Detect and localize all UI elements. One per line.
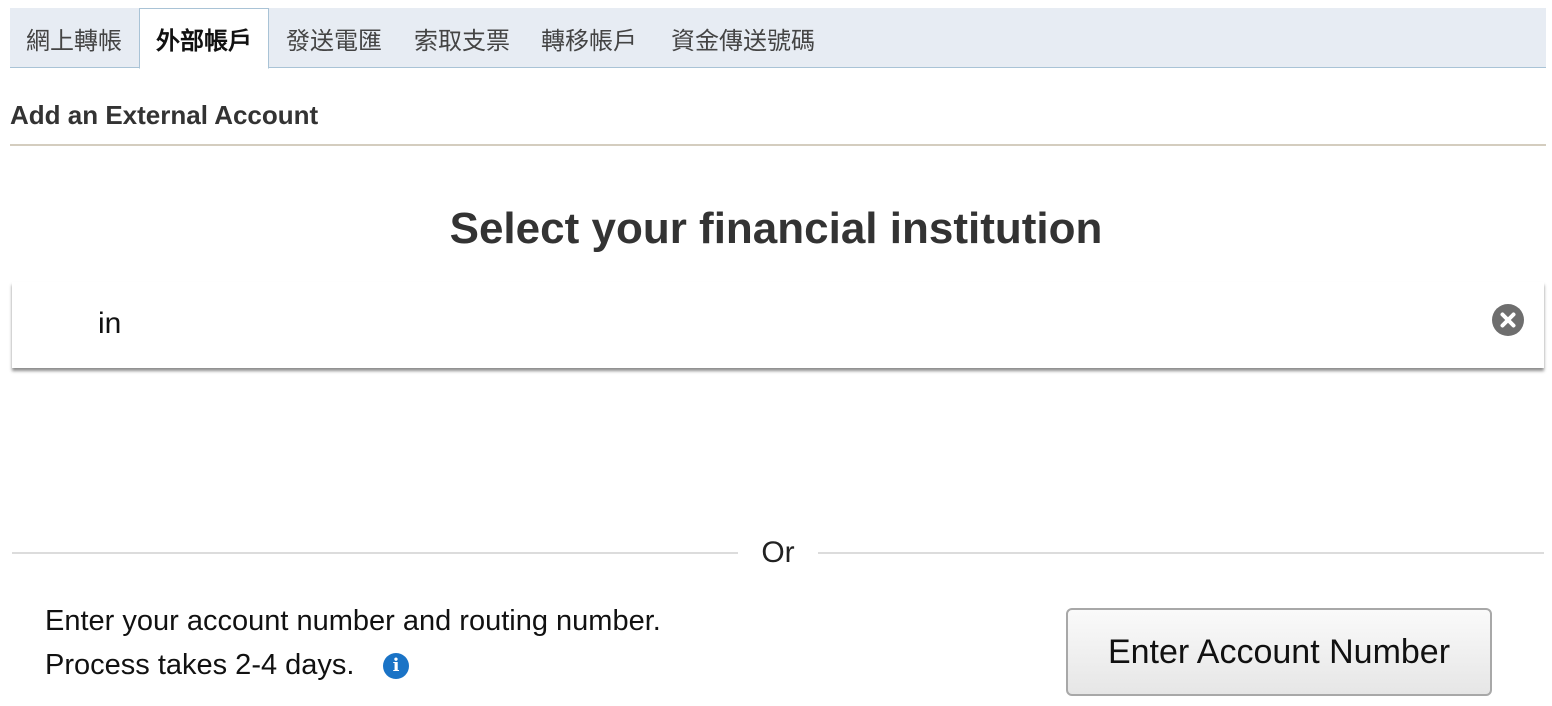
tab-external-accounts[interactable]: 外部帳戶	[139, 8, 269, 69]
tab-bar: 網上轉帳 外部帳戶 發送電匯 索取支票 轉移帳戶 資金傳送號碼	[10, 8, 1546, 69]
info-glyph: i	[392, 655, 400, 676]
institution-search-input[interactable]	[98, 302, 1478, 346]
section-divider	[10, 144, 1546, 146]
tab-send-wire[interactable]: 發送電匯	[274, 8, 394, 68]
tab-label: 發送電匯	[286, 26, 382, 55]
section-title: Add an External Account	[10, 100, 319, 130]
institution-search-box	[12, 282, 1544, 368]
clear-x-glyph	[1500, 312, 1516, 328]
tab-label: 索取支票	[414, 26, 510, 55]
manual-entry-description: Enter your account number and routing nu…	[45, 605, 661, 637]
tab-label: 轉移帳戶	[541, 26, 637, 55]
tab-label: 網上轉帳	[26, 26, 122, 55]
tab-transfer-account[interactable]: 轉移帳戶	[529, 8, 649, 68]
enter-account-number-button[interactable]: Enter Account Number	[1066, 608, 1492, 696]
divider-line-right	[818, 552, 1544, 554]
divider-line-left	[12, 552, 738, 554]
tab-request-check[interactable]: 索取支票	[402, 8, 522, 68]
page-title: Select your financial institution	[449, 204, 1103, 253]
clear-icon[interactable]	[1492, 304, 1524, 336]
tab-fund-transfer-number[interactable]: 資金傳送號碼	[658, 8, 828, 68]
external-account-page: 網上轉帳 外部帳戶 發送電匯 索取支票 轉移帳戶 資金傳送號碼 Add an E…	[0, 0, 1552, 706]
or-label: Or	[761, 536, 795, 569]
tab-label: 外部帳戶	[156, 27, 252, 55]
tab-label: 資金傳送號碼	[671, 26, 815, 55]
info-icon[interactable]: i	[383, 653, 409, 679]
tab-online-transfer[interactable]: 網上轉帳	[10, 8, 138, 68]
